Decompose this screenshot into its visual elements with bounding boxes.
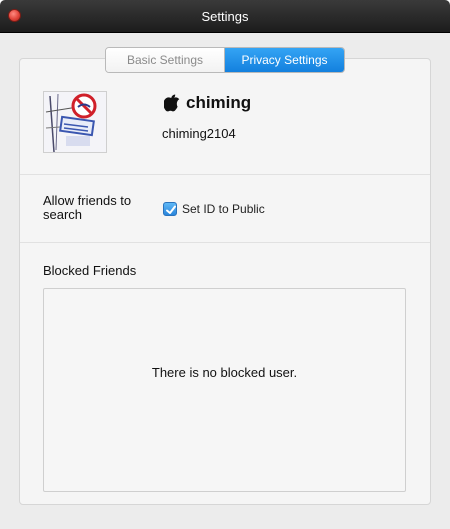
set-id-public-checkbox[interactable] xyxy=(163,202,177,216)
settings-window: Settings Basic Settings Privacy Settings… xyxy=(0,0,450,529)
set-id-public-label[interactable]: Set ID to Public xyxy=(182,202,265,216)
window-title: Settings xyxy=(201,9,249,24)
apple-icon xyxy=(164,94,180,112)
divider xyxy=(20,242,430,243)
avatar xyxy=(43,91,107,153)
avatar-image xyxy=(44,92,106,152)
divider xyxy=(20,174,430,175)
tab-basic-settings[interactable]: Basic Settings xyxy=(106,48,225,72)
blocked-friends-list[interactable]: There is no blocked user. xyxy=(43,288,406,492)
nickname: chiming xyxy=(186,93,252,112)
title-bar: Settings xyxy=(0,0,450,33)
tab-bar: Basic Settings Privacy Settings xyxy=(105,47,345,73)
blocked-friends-title: Blocked Friends xyxy=(43,263,137,278)
allow-friends-search-label: Allow friends to search xyxy=(43,193,132,222)
tab-privacy-settings[interactable]: Privacy Settings xyxy=(225,48,344,72)
checkmark-icon xyxy=(166,205,176,214)
user-id: chiming2104 xyxy=(162,126,236,141)
empty-message: There is no blocked user. xyxy=(151,365,298,380)
